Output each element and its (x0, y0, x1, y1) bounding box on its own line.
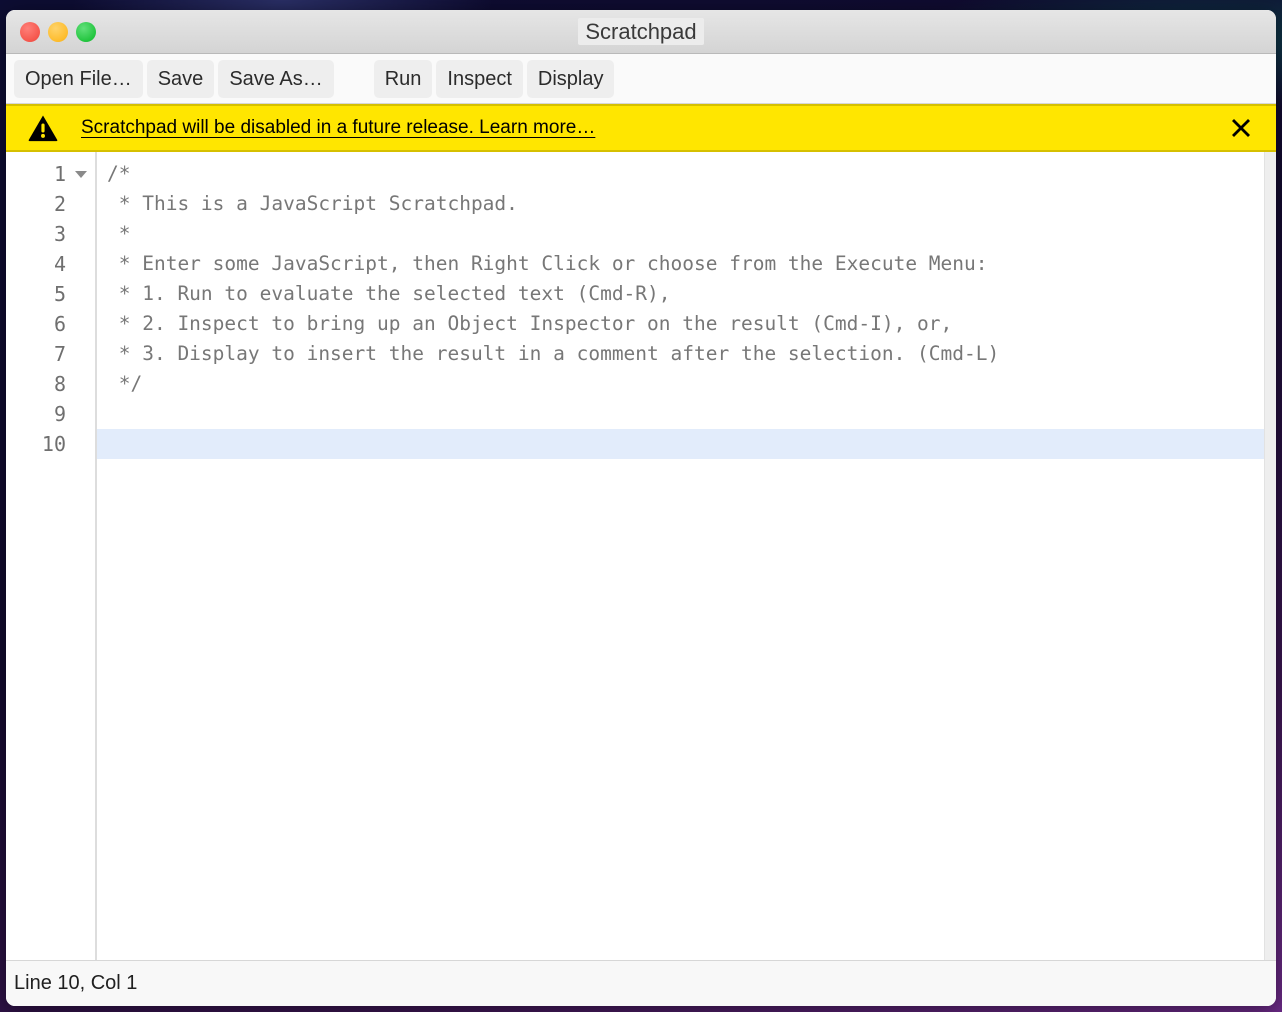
window-title: Scratchpad (6, 17, 1276, 45)
gutter-line-10: 10 (6, 429, 95, 459)
line-number: 1 (53, 162, 66, 186)
inspect-button[interactable]: Inspect (436, 59, 523, 98)
line-number: 10 (41, 432, 66, 456)
scratchpad-window: Scratchpad Open File… Save Save As… Run … (6, 10, 1276, 1006)
close-icon (1232, 119, 1250, 137)
status-bar: Line 10, Col 1 (6, 960, 1276, 1006)
line-number: 2 (53, 192, 66, 216)
code-line[interactable]: * (97, 219, 1276, 249)
code-line[interactable]: * 3. Display to insert the result in a c… (97, 339, 1276, 369)
warning-triangle-icon (28, 115, 58, 142)
run-button[interactable]: Run (373, 59, 433, 98)
close-notification-button[interactable] (1224, 111, 1258, 145)
open-file-button[interactable]: Open File… (14, 59, 143, 98)
line-number: 8 (53, 372, 66, 396)
deprecation-notification-bar: Scratchpad will be disabled in a future … (6, 104, 1276, 152)
vertical-scrollbar[interactable] (1264, 152, 1276, 960)
gutter-line-3: 3 (6, 219, 95, 249)
code-editor[interactable]: 1 2 3 4 5 6 7 8 9 10 /* * This is a Java… (6, 152, 1276, 960)
code-line[interactable]: * 1. Run to evaluate the selected text (… (97, 279, 1276, 309)
line-number: 7 (53, 342, 66, 366)
gutter-line-1: 1 (6, 159, 95, 189)
line-number: 9 (53, 402, 66, 426)
code-line[interactable] (97, 399, 1276, 429)
gutter-line-6: 6 (6, 309, 95, 339)
code-line[interactable]: * Enter some JavaScript, then Right Clic… (97, 249, 1276, 279)
window-title-label: Scratchpad (578, 17, 704, 45)
line-number: 4 (53, 252, 66, 276)
gutter-line-7: 7 (6, 339, 95, 369)
maximize-window-button[interactable] (76, 21, 96, 42)
window-titlebar: Scratchpad (6, 10, 1276, 54)
notification-message-link[interactable]: Scratchpad will be disabled in a future … (81, 117, 595, 139)
traffic-lights (20, 21, 96, 42)
gutter-line-2: 2 (6, 189, 95, 219)
cursor-position-label: Line 10, Col 1 (14, 972, 138, 994)
line-number: 5 (53, 282, 66, 306)
code-line[interactable]: /* (97, 159, 1276, 189)
line-number: 3 (53, 222, 66, 246)
code-line[interactable]: * This is a JavaScript Scratchpad. (97, 189, 1276, 219)
save-as-button[interactable]: Save As… (218, 59, 334, 98)
gutter-line-8: 8 (6, 369, 95, 399)
gutter-line-9: 9 (6, 399, 95, 429)
code-text-area[interactable]: /* * This is a JavaScript Scratchpad. * … (97, 152, 1276, 960)
save-button[interactable]: Save (146, 59, 215, 98)
display-button[interactable]: Display (526, 59, 615, 98)
code-line[interactable]: */ (97, 369, 1276, 399)
chevron-down-icon[interactable] (75, 170, 87, 178)
code-line[interactable]: * 2. Inspect to bring up an Object Inspe… (97, 309, 1276, 339)
toolbar: Open File… Save Save As… Run Inspect Dis… (6, 54, 1276, 104)
minimize-window-button[interactable] (48, 21, 68, 42)
line-number-gutter: 1 2 3 4 5 6 7 8 9 10 (6, 152, 97, 960)
gutter-line-4: 4 (6, 249, 95, 279)
gutter-line-5: 5 (6, 279, 95, 309)
line-number: 6 (53, 312, 66, 336)
code-line-active[interactable] (97, 429, 1276, 459)
close-window-button[interactable] (20, 21, 40, 42)
